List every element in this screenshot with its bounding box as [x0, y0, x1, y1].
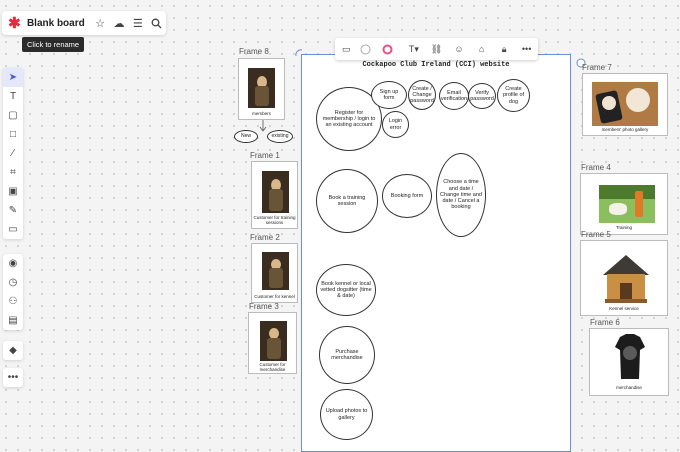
eye-icon[interactable]: ◉ — [3, 254, 23, 273]
sticky-note-icon[interactable]: ▢ — [3, 106, 23, 125]
fill-color-icon[interactable] — [360, 44, 378, 55]
frame3-caption: Customer for merchandise — [259, 362, 286, 372]
dog-photo-image — [262, 171, 289, 213]
link-icon[interactable]: ⛓ — [427, 44, 445, 55]
oval-login-error[interactable]: Login error — [382, 111, 409, 138]
frame6-label[interactable]: Frame 6 — [590, 318, 620, 327]
menu-icon[interactable]: ☰ — [128, 13, 147, 33]
frame7-caption: members' photo gallery — [601, 127, 649, 132]
frame-icon[interactable]: ⌗ — [3, 163, 23, 182]
left-toolbar: ➤ T ▢ □ ∕ ⌗ ▣ ✎ ▭ — [3, 68, 23, 239]
more-tools-icon[interactable]: ••• — [3, 368, 23, 387]
frame1-caption: Customer for training sessions — [253, 215, 296, 225]
left-toolbar-apps: ◉ ◷ ⚇ ▤ — [3, 254, 23, 330]
frame5-caption: Kennel service — [609, 306, 639, 311]
star-icon[interactable]: ☆ — [91, 13, 110, 33]
comment-icon[interactable]: ▭ — [3, 220, 23, 239]
training-photo-image — [599, 185, 655, 223]
apps-icon[interactable]: ◆ — [3, 341, 23, 360]
frame3[interactable]: Customer for merchandise — [248, 312, 297, 374]
oval-booking-form[interactable]: Booking form — [382, 174, 432, 218]
dog-photo-image — [260, 321, 287, 361]
kennel-photo-image — [597, 251, 655, 307]
oval-purchase-merch[interactable]: Purchase merchandise — [319, 326, 375, 384]
board-title[interactable]: Blank board — [27, 18, 85, 29]
tag-icon[interactable]: ⌂ — [473, 44, 491, 54]
cloud-icon[interactable]: ☁ — [110, 13, 129, 33]
frame8-caption: members — [252, 111, 271, 116]
frame2-caption: Customer for kennel — [254, 294, 295, 299]
oval-create-profile[interactable]: Create profile of dog — [497, 79, 530, 112]
dog-photo-image — [262, 252, 289, 290]
frame4-label[interactable]: Frame 4 — [581, 163, 611, 172]
dog-photo-image — [248, 68, 275, 108]
left-toolbar-more: ••• — [3, 368, 23, 387]
board-header: ✱ Blank board ☆ ☁ ☰ — [2, 11, 166, 35]
rectangle-shape-icon[interactable]: ▭ — [337, 44, 355, 55]
rename-tooltip: Click to rename — [22, 37, 85, 52]
frame5[interactable]: Kennel service — [580, 240, 668, 316]
oval-book-kennel[interactable]: Book kennel or local vetted dogsitter (t… — [316, 264, 376, 316]
image-icon[interactable]: ▣ — [3, 182, 23, 201]
frame6[interactable]: merchandise — [589, 328, 669, 396]
left-toolbar-apps2: ◆ — [3, 341, 23, 360]
frame8[interactable]: members — [238, 58, 285, 120]
context-toolbar: ▭ T▾ ⛓ ☺ ⌂ 🔒︎ ••• — [335, 38, 538, 60]
frame8-label[interactable]: Frame 8 — [239, 47, 269, 56]
template-icon[interactable]: ▤ — [3, 311, 23, 330]
frame6-caption: merchandise — [616, 385, 642, 390]
frame4[interactable]: Training — [580, 173, 668, 235]
pen-icon[interactable]: ∕ — [3, 144, 23, 163]
emoji-icon[interactable]: ☺ — [450, 44, 468, 54]
oval-choose-time[interactable]: Choose a time and date / Change time and… — [436, 153, 486, 237]
more-icon[interactable]: ••• — [518, 44, 536, 54]
gallery-photo-image — [592, 82, 658, 126]
oval-upload-photos[interactable]: Upload photos to gallery — [320, 389, 373, 440]
people-icon[interactable]: ⚇ — [3, 292, 23, 311]
choice-existing[interactable]: existing — [267, 130, 293, 143]
rectangle-icon[interactable]: □ — [3, 125, 23, 144]
frame2[interactable]: Customer for kennel — [251, 243, 298, 303]
frame2-label[interactable]: Frame 2 — [250, 233, 280, 242]
search-icon[interactable] — [147, 13, 166, 33]
select-icon[interactable]: ➤ — [3, 68, 23, 87]
frame3-label[interactable]: Frame 3 — [249, 302, 279, 311]
border-color-icon[interactable] — [382, 44, 400, 55]
frame1[interactable]: Customer for training sessions — [251, 161, 298, 229]
text-icon[interactable]: T — [3, 87, 23, 106]
frame1-label[interactable]: Frame 1 — [250, 151, 280, 160]
frame7-label[interactable]: Frame 7 — [582, 63, 612, 72]
main-frame-title: Cockapoo Club Ireland (CCI) website — [362, 61, 510, 69]
timer-icon[interactable]: ◷ — [3, 273, 23, 292]
choice-new[interactable]: New — [234, 130, 258, 143]
oval-email-verification[interactable]: Email verification — [439, 82, 469, 110]
oval-book-training[interactable]: Book a training session — [316, 169, 378, 233]
miro-logo-icon[interactable]: ✱ — [6, 14, 23, 32]
tshirt-photo-image — [614, 331, 646, 383]
text-style-icon[interactable]: T▾ — [405, 44, 423, 55]
oval-password[interactable]: Create / Change password — [408, 80, 436, 110]
down-arrow-icon — [259, 120, 267, 132]
oval-sign-up[interactable]: Sign up form — [371, 81, 407, 109]
frame-resize-handle-icon[interactable] — [293, 47, 305, 59]
draw-icon[interactable]: ✎ — [3, 201, 23, 220]
frame7[interactable]: members' photo gallery — [582, 73, 668, 136]
lock-icon[interactable]: 🔒︎ — [495, 44, 513, 55]
oval-verify-password[interactable]: Verify password — [468, 83, 496, 109]
frame5-label[interactable]: Frame 5 — [581, 230, 611, 239]
